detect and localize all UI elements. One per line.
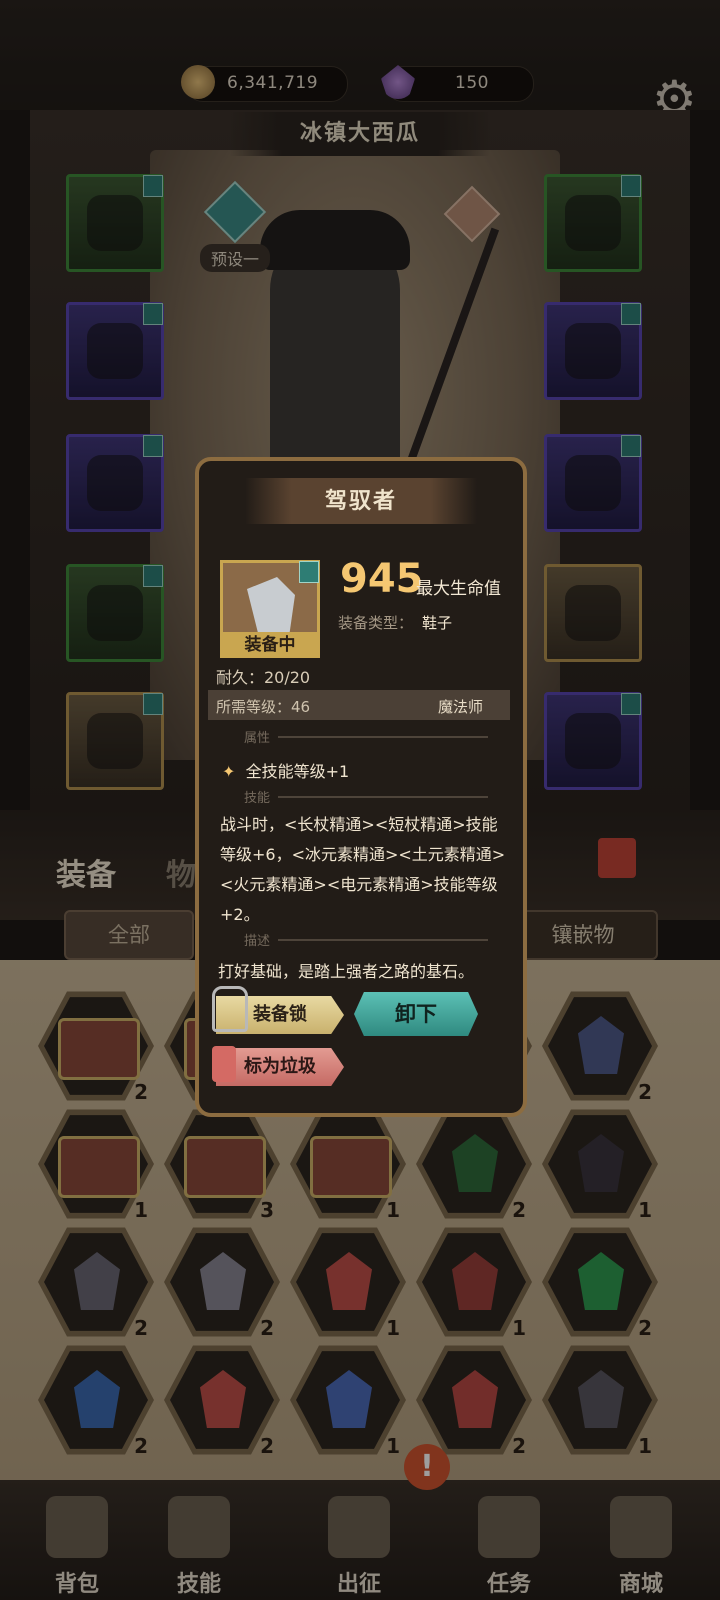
equip-type-label: 装备类型： <box>338 614 414 632</box>
stat-value: 945 <box>340 556 424 602</box>
item-name: 驾驭者 <box>324 489 397 514</box>
attribute-line: ✦ 全技能等级+1 <box>222 758 349 782</box>
skill-description: 战斗时，<长杖精通><短杖精通>技能等级+6，<冰元素精通><土元素精通><火元… <box>220 815 506 924</box>
junk-icon <box>212 1046 236 1082</box>
attribute-text: 全技能等级+1 <box>245 762 350 781</box>
lock-icon <box>212 986 248 1032</box>
item-description: 打好基础，是踏上强者之路的基石。 <box>218 962 475 981</box>
equipped-badge: 装备中 <box>220 632 320 658</box>
section-attributes: 属性 <box>244 731 271 746</box>
required-class: 魔法师 <box>438 698 484 716</box>
boots-icon <box>247 577 295 637</box>
stat-name: 最大生命值 <box>416 579 501 599</box>
divider <box>278 796 488 798</box>
slot-tag-icon <box>299 561 319 583</box>
divider <box>278 736 488 738</box>
section-skills: 技能 <box>244 791 271 806</box>
section-description: 描述 <box>244 934 271 949</box>
durability: 耐久：20/20 <box>216 668 311 687</box>
divider <box>278 939 488 941</box>
star-icon: ✦ <box>222 762 236 781</box>
required-level: 所需等级：46 <box>216 698 311 716</box>
equip-type-value: 鞋子 <box>422 614 453 632</box>
unequip-button[interactable]: 卸下 <box>354 992 478 1036</box>
